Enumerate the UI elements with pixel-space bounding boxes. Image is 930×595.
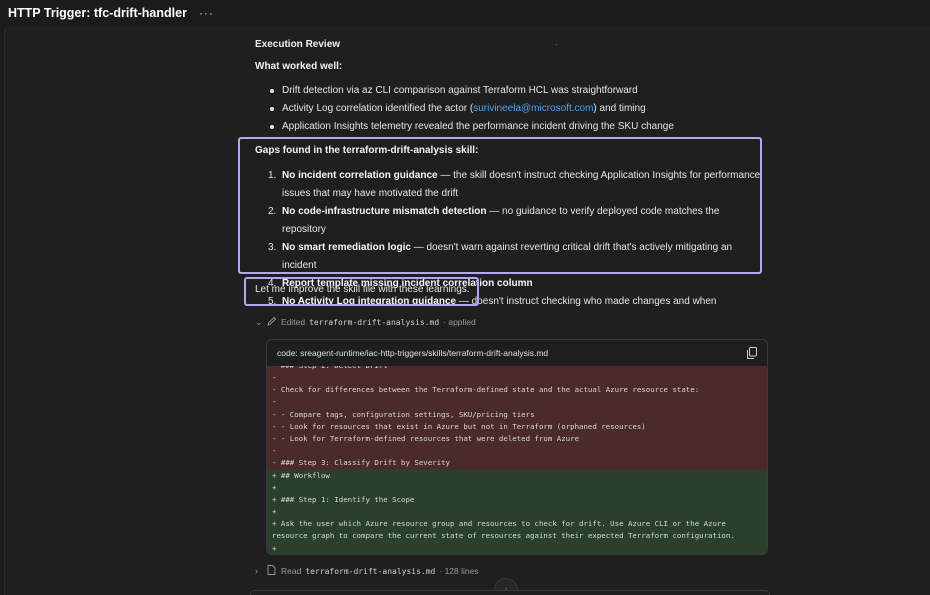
copy-icon[interactable] — [747, 347, 757, 359]
diff-line-removed: - ### Step 3: Classify Drift by Severity — [267, 457, 767, 470]
worked-well-list: Drift detection via az CLI comparison ag… — [266, 82, 674, 136]
file-icon — [267, 564, 281, 578]
diff-line-removed: - — [267, 396, 767, 409]
window-title: HTTP Trigger: tfc-drift-handler — [8, 6, 187, 20]
read-file-name[interactable]: terraform-drift-analysis.md — [305, 567, 435, 576]
edited-status: · applied — [443, 317, 476, 327]
more-options-button[interactable]: ··· — [199, 6, 214, 20]
diff-line-added: + — [267, 506, 767, 519]
improve-message: Let me improve the skill file with these… — [255, 284, 470, 295]
list-item: 2. No code-infrastructure mismatch detect… — [268, 206, 720, 235]
edited-label: Edited — [281, 317, 306, 327]
diff-line-removed: - - Compare tags, configuration settings… — [267, 408, 767, 421]
pencil-icon — [267, 316, 281, 329]
diff-line-added: resource graph to compare the current st… — [267, 530, 767, 543]
diff-line-added: + ## Workflow — [267, 469, 767, 482]
chat-input-box[interactable] — [250, 590, 770, 595]
diff-line-removed: - Check for differences between the Terr… — [267, 384, 767, 397]
title-bar: HTTP Trigger: tfc-drift-handler ··· — [0, 0, 930, 26]
worked-well-heading: What worked well: — [255, 61, 343, 72]
clipped-text: · — [555, 40, 558, 49]
diff-line-removed: - - Look for Terraform-defined resources… — [267, 432, 767, 446]
chevron-right-icon[interactable]: › — [255, 566, 267, 576]
edited-file-step[interactable]: ⌄ Edited terraform-drift-analysis.md · a… — [255, 314, 476, 330]
list-item: 3. No smart remediation logic — doesn't w… — [268, 242, 733, 271]
email-link[interactable]: surivineela@microsoft.com — [473, 103, 593, 114]
chat-panel: · Execution Review What worked well: Dri… — [4, 26, 930, 595]
diff-line-removed: - — [267, 445, 767, 458]
diff-line-added: + Ask the user which Azure resource grou… — [267, 518, 767, 531]
diff-line-removed: - - Look for resources that exist in Azu… — [267, 420, 767, 433]
read-label: Read — [281, 566, 302, 576]
read-file-step[interactable]: › Read terraform-drift-analysis.md · 128… — [255, 563, 479, 579]
diff-line-added: + — [267, 542, 767, 554]
diff-line-added: + — [267, 481, 767, 494]
diff-line-added: + ### Step 1: Identify the Scope — [267, 493, 767, 507]
code-file-path: code: sreagent-runtime/iac-http-triggers… — [277, 348, 549, 358]
code-block-header: code: sreagent-runtime/iac-http-triggers… — [267, 340, 767, 366]
list-item: Drift detection via az CLI comparison ag… — [266, 82, 674, 100]
execution-review-heading: Execution Review — [255, 39, 341, 50]
list-item: Application Insights telemetry revealed … — [266, 118, 674, 136]
edited-file-name[interactable]: terraform-drift-analysis.md — [309, 318, 439, 327]
read-status: · 128 lines — [439, 566, 479, 576]
chevron-down-icon[interactable]: ⌄ — [255, 317, 267, 328]
diff-line-removed: - — [267, 372, 767, 385]
code-diff-block: code: sreagent-runtime/iac-http-triggers… — [266, 339, 768, 555]
code-diff-lines: - ### Step 2: Detect Drift - - Check for… — [267, 366, 767, 554]
list-item: 1. No incident correlation guidance — the… — [268, 170, 761, 199]
list-item: Activity Log correlation identified the … — [266, 100, 674, 118]
gaps-heading: Gaps found in the terraform-drift-analys… — [255, 145, 479, 156]
